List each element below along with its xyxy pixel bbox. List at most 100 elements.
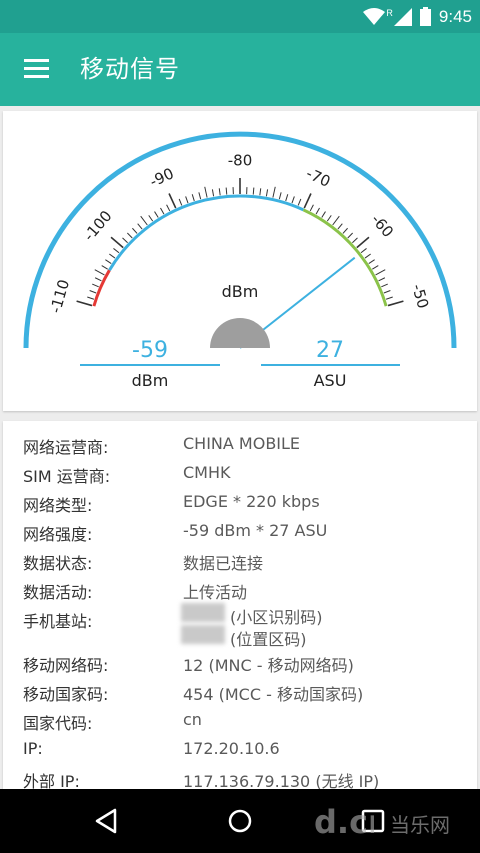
gauge-tick: [113, 248, 120, 254]
value-cell-id: (小区识别码): [230, 608, 323, 627]
dbm-value: -59: [132, 338, 168, 363]
gauge-tick: [137, 223, 143, 230]
gauge-tick: [332, 215, 340, 226]
home-button[interactable]: [220, 803, 260, 839]
value-network-type: EDGE * 220 kbps: [183, 492, 320, 511]
label-ip: IP:: [23, 739, 43, 758]
value-operator: CHINA MOBILE: [183, 434, 301, 453]
signal-gauge: -110 -100 -90 -80 -70 -60 -50 dBm -59 dBm 27 A…: [23, 131, 457, 390]
gauge-tick: [166, 204, 171, 212]
gauge-tick: [89, 290, 97, 294]
gauge-tick: [321, 211, 326, 218]
gauge-tick: [94, 277, 102, 282]
value-sim-operator: CMHK: [183, 463, 231, 482]
gauge-tick: [109, 253, 116, 259]
gauge-tick: [337, 223, 343, 230]
gauge-tick: [252, 187, 255, 195]
menu-button[interactable]: [16, 51, 56, 87]
status-time: 9:45: [438, 6, 472, 26]
gauge-tick: [352, 237, 358, 244]
gauge-tick: [383, 290, 391, 294]
gauge-scale-label: -90: [147, 164, 177, 191]
gauge-tick: [105, 259, 112, 264]
gauge-tick: [191, 194, 195, 202]
gauge-scale-label: -80: [228, 152, 253, 170]
label-data-activity: 数据活动:: [23, 583, 93, 602]
label-cell-tower: 手机基站:: [23, 612, 93, 631]
gauge-tick: [154, 211, 159, 218]
gauge-tick: [110, 236, 124, 249]
gauge-scale-label: -60: [367, 211, 397, 241]
gauge-tick: [364, 253, 371, 259]
gauge-tick: [272, 186, 276, 198]
redacted-lac: [181, 625, 225, 644]
roaming-indicator: R: [386, 7, 393, 18]
signal-gauge-card: -110 -100 -90 -80 -70 -60 -50 dBm -59 dBm 27 A…: [3, 111, 477, 411]
gauge-tick: [204, 186, 208, 198]
app-bar: 移动信号: [0, 33, 480, 106]
gauge-tick: [76, 300, 93, 307]
gauge-hub: [210, 318, 270, 348]
gauge-tick: [211, 189, 215, 197]
gauge-tick: [160, 207, 165, 215]
gauge-arc-medium: [108, 194, 305, 271]
menu-icon: [24, 59, 49, 78]
value-data-state: 数据已连接: [183, 554, 264, 573]
gauge-unit-label: dBm: [222, 282, 259, 301]
gauge-tick: [347, 232, 354, 239]
status-icons: R 9:45: [363, 0, 472, 33]
dbm-caption: dBm: [132, 371, 169, 390]
asu-caption: ASU: [314, 371, 347, 390]
value-country-code: cn: [183, 710, 202, 729]
home-icon: [228, 809, 252, 833]
value-signal-strength: -59 dBm * 27 ASU: [183, 521, 328, 540]
gauge-scale-label: -100: [80, 207, 116, 245]
gauge-tick: [168, 193, 177, 209]
gauge-tick: [185, 196, 189, 204]
gauge-tick: [326, 215, 332, 222]
back-icon: [95, 808, 117, 834]
gauge-tick: [92, 283, 99, 288]
gauge-tick: [101, 265, 108, 270]
gauge-tick: [291, 196, 295, 204]
label-network-type: 网络类型:: [23, 496, 93, 515]
label-data-state: 数据状态:: [23, 554, 93, 573]
gauge-tick: [122, 237, 128, 244]
gauge-tick: [265, 189, 269, 197]
gauge-tick: [297, 198, 302, 206]
value-data-activity: 上传活动: [183, 583, 248, 602]
gauge-scale-label: -70: [303, 164, 333, 191]
gauge-tick: [87, 296, 95, 300]
back-button[interactable]: [87, 803, 127, 839]
gauge-arc-weak: [92, 269, 111, 307]
value-lac: (位置区码): [230, 630, 307, 649]
value-mnc: 12 (MNC - 移动网络码): [183, 656, 354, 675]
status-bar: R 9:45: [0, 0, 480, 33]
gauge-tick: [372, 265, 379, 270]
gauge-tick: [381, 283, 388, 288]
gauge-tick: [309, 204, 314, 212]
network-info-card: 网络运营商: CHINA MOBILE SIM 运营商: CMHK 网络类型: …: [3, 421, 477, 801]
navigation-bar: d.cn 当乐网: [0, 789, 480, 853]
gauge-tick: [126, 232, 133, 239]
gauge-scale-label: -110: [46, 277, 73, 315]
value-mcc: 454 (MCC - 移动国家码): [183, 685, 364, 704]
gauge-tick: [218, 188, 221, 196]
gauge-tick: [385, 296, 393, 300]
label-mcc: 移动国家码:: [23, 685, 109, 704]
gauge-tick: [285, 194, 289, 202]
gauge-tick: [360, 248, 367, 254]
wifi-icon: [363, 7, 386, 26]
watermark-logo: d.cn: [314, 803, 374, 841]
gauge-tick: [198, 192, 202, 200]
gauge-tick: [387, 300, 404, 307]
gauge-tick: [132, 227, 138, 234]
label-country-code: 国家代码:: [23, 714, 93, 733]
gauge-tick: [178, 198, 183, 206]
svg-text:d.cn: d.cn: [314, 803, 374, 841]
battery-icon: [419, 7, 431, 26]
value-ip: 172.20.10.6: [183, 739, 280, 758]
gauge-tick: [315, 207, 320, 215]
gauge-tick: [356, 236, 370, 249]
gauge-scale-label: -50: [408, 282, 432, 311]
